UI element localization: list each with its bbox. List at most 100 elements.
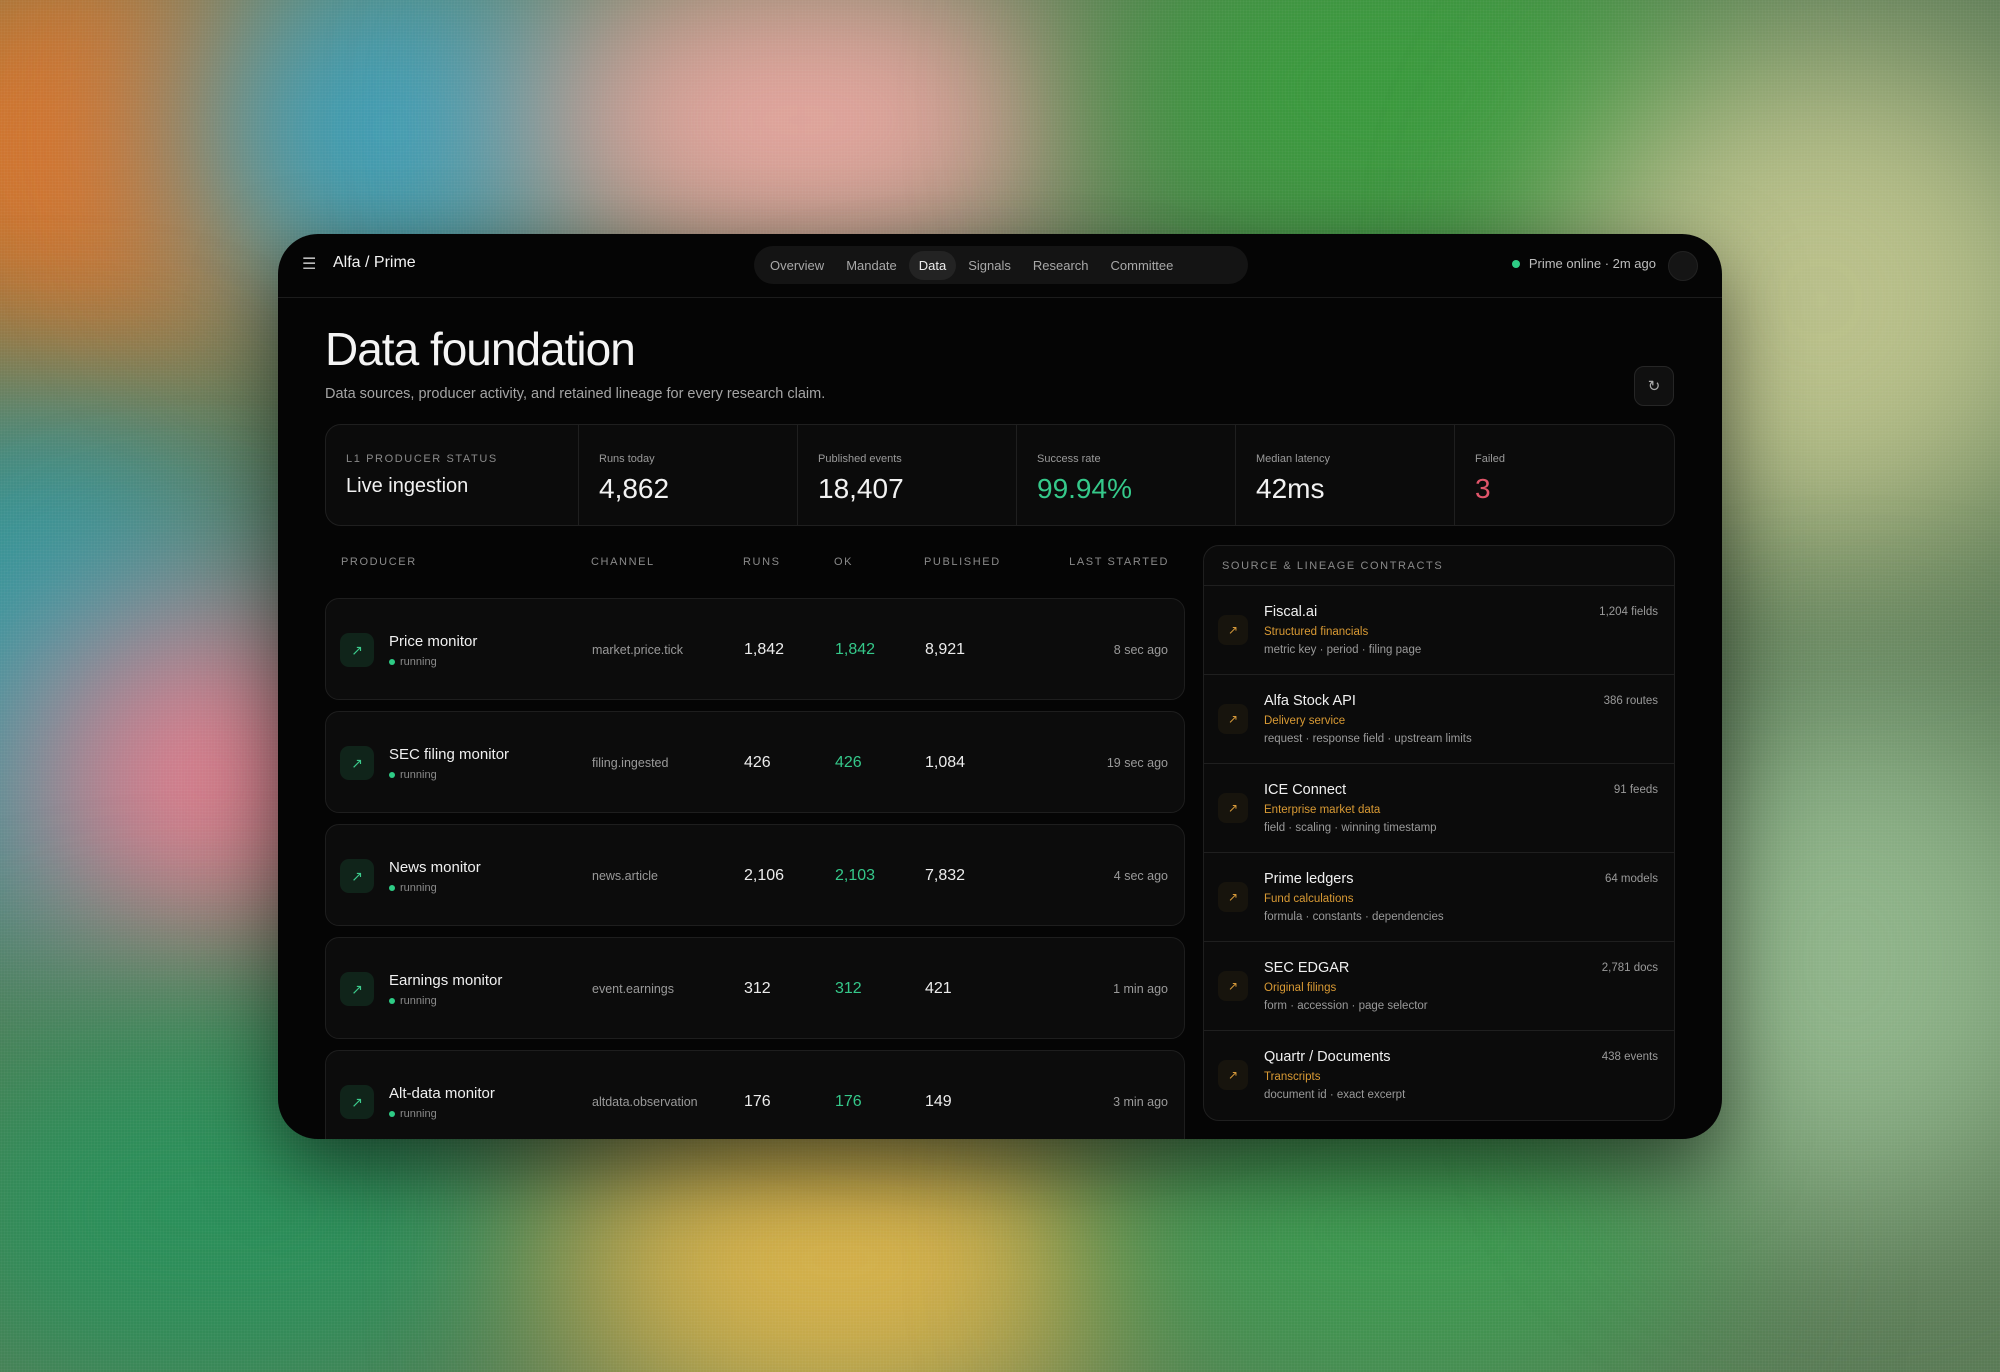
col-channel: Channel <box>591 556 655 568</box>
producer-name: Price monitor <box>389 633 478 650</box>
stat-value: Live ingestion <box>346 475 469 497</box>
producer-published: 149 <box>925 1093 952 1110</box>
arrow-up-right-icon: ↗ <box>340 1085 374 1119</box>
stat-median-latency: Median latency 42ms <box>1236 425 1455 525</box>
hamburger-menu-icon[interactable]: ☰ <box>302 256 320 274</box>
source-kind: Enterprise market data <box>1264 804 1381 816</box>
state-text: running <box>400 656 437 668</box>
producer-published: 421 <box>925 980 952 997</box>
stats-panel: L1 Producer Status Live ingestion Runs t… <box>325 424 1675 526</box>
producer-list: ↗ Price monitor running market.price.tic… <box>325 598 1185 1139</box>
producer-channel: filing.ingested <box>592 756 669 770</box>
source-kind: Transcripts <box>1264 1071 1321 1083</box>
stat-success-rate: Success rate 99.94% <box>1017 425 1236 525</box>
col-ok: OK <box>834 556 854 568</box>
producer-channel: market.price.tick <box>592 643 683 657</box>
source-name: ICE Connect <box>1264 782 1347 798</box>
page-subtitle: Data sources, producer activity, and ret… <box>325 386 826 402</box>
source-name: Fiscal.ai <box>1264 604 1318 620</box>
refresh-button[interactable]: ↻ <box>1634 366 1674 406</box>
producer-state: running <box>389 995 437 1007</box>
producer-published: 8,921 <box>925 641 966 658</box>
producer-runs: 1,842 <box>744 641 785 658</box>
source-count: 91 feeds <box>1613 784 1658 796</box>
list-item[interactable]: ↗ Quartr / Documents Transcripts documen… <box>1204 1031 1674 1120</box>
producer-published: 7,832 <box>925 867 966 884</box>
state-text: running <box>400 1108 437 1120</box>
producer-last-started: 8 sec ago <box>1113 643 1168 657</box>
table-row[interactable]: ↗ Alt-data monitor running altdata.obser… <box>325 1050 1185 1139</box>
list-item[interactable]: ↗ ICE Connect Enterprise market data fie… <box>1204 764 1674 853</box>
source-name: Prime ledgers <box>1264 871 1354 887</box>
producer-state: running <box>389 1108 437 1120</box>
source-fields: formula · constants · dependencies <box>1264 911 1444 923</box>
producer-last-started: 4 sec ago <box>1113 869 1168 883</box>
tab-overview[interactable]: Overview <box>760 251 834 280</box>
stat-value: 99.94% <box>1037 473 1132 504</box>
stat-runs-today: Runs today 4,862 <box>579 425 798 525</box>
producer-name: News monitor <box>389 859 481 876</box>
state-text: running <box>400 995 437 1007</box>
producer-ok: 1,842 <box>835 641 876 658</box>
table-row[interactable]: ↗ News monitor running news.article 2,10… <box>325 824 1185 926</box>
source-count: 1,204 fields <box>1599 606 1658 618</box>
source-count: 386 routes <box>1603 695 1658 707</box>
producer-channel: altdata.observation <box>592 1095 698 1109</box>
list-item[interactable]: ↗ Alfa Stock API Delivery service reques… <box>1204 675 1674 764</box>
producer-state: running <box>389 769 437 781</box>
stat-label: Success rate <box>1037 453 1101 465</box>
producer-runs: 426 <box>744 754 771 771</box>
stat-label: L1 Producer Status <box>346 453 498 465</box>
list-item[interactable]: ↗ Prime ledgers Fund calculations formul… <box>1204 853 1674 942</box>
source-kind: Original filings <box>1264 982 1337 994</box>
producer-channel: event.earnings <box>592 982 675 996</box>
arrow-up-right-icon: ↗ <box>1218 1060 1248 1090</box>
tab-committee[interactable]: Committee <box>1101 251 1184 280</box>
arrow-up-right-icon: ↗ <box>1218 971 1248 1001</box>
stat-label: Median latency <box>1256 453 1330 465</box>
source-fields: field · scaling · winning timestamp <box>1264 822 1437 834</box>
running-dot-icon <box>389 659 395 665</box>
stat-published-events: Published events 18,407 <box>798 425 1017 525</box>
producer-state: running <box>389 656 437 668</box>
source-fields: document id · exact excerpt <box>1264 1089 1406 1101</box>
source-fields: metric key · period · filing page <box>1264 644 1422 656</box>
source-count: 64 models <box>1604 873 1658 885</box>
tab-data[interactable]: Data <box>908 250 957 280</box>
col-runs: Runs <box>743 556 781 568</box>
avatar[interactable] <box>1668 251 1698 281</box>
producer-name: Alt-data monitor <box>389 1085 495 1102</box>
table-row[interactable]: ↗ SEC filing monitor running filing.inge… <box>325 711 1185 813</box>
producer-last-started: 1 min ago <box>1113 982 1168 996</box>
arrow-up-right-icon: ↗ <box>1218 615 1248 645</box>
producer-ok: 312 <box>835 980 862 997</box>
source-name: Alfa Stock API <box>1264 693 1356 709</box>
tab-research[interactable]: Research <box>1023 251 1099 280</box>
refresh-icon: ↻ <box>1647 378 1661 395</box>
producer-runs: 176 <box>744 1093 771 1110</box>
table-row[interactable]: ↗ Price monitor running market.price.tic… <box>325 598 1185 700</box>
stat-value: 42ms <box>1256 473 1325 504</box>
stat-value: 4,862 <box>599 473 670 504</box>
producer-name: SEC filing monitor <box>389 746 510 763</box>
producer-ok: 176 <box>835 1093 862 1110</box>
table-row[interactable]: ↗ Earnings monitor running event.earning… <box>325 937 1185 1039</box>
source-kind: Fund calculations <box>1264 893 1354 905</box>
producer-runs: 312 <box>744 980 771 997</box>
arrow-up-right-icon: ↗ <box>340 972 374 1006</box>
list-item[interactable]: ↗ Fiscal.ai Structured financials metric… <box>1204 586 1674 675</box>
online-status: Prime online · 2m ago <box>1511 256 1656 271</box>
producer-ok: 426 <box>835 754 862 771</box>
producer-published: 1,084 <box>925 754 966 771</box>
list-item[interactable]: ↗ SEC EDGAR Original filings form · acce… <box>1204 942 1674 1031</box>
stat-label: Runs today <box>599 453 655 465</box>
source-name: SEC EDGAR <box>1264 960 1350 976</box>
running-dot-icon <box>389 885 395 891</box>
tab-signals[interactable]: Signals <box>958 251 1021 280</box>
tab-mandate[interactable]: Mandate <box>836 251 907 280</box>
producer-last-started: 3 min ago <box>1113 1095 1168 1109</box>
producer-name: Earnings monitor <box>389 972 503 989</box>
running-dot-icon <box>389 1111 395 1117</box>
stat-label: Published events <box>818 453 902 465</box>
producer-state: running <box>389 882 437 894</box>
